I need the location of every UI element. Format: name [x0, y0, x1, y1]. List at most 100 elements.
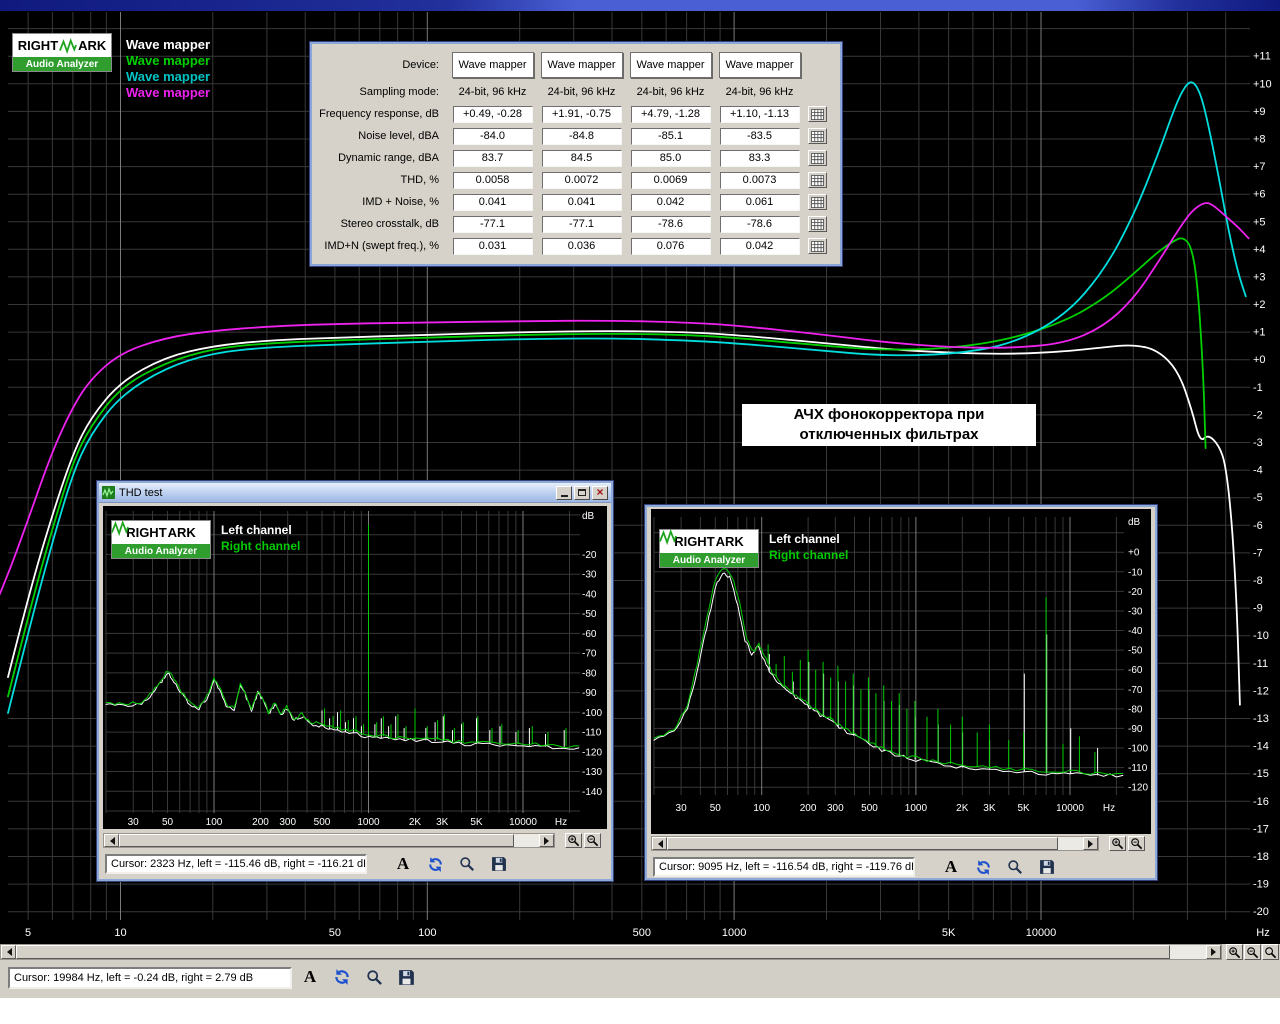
grid-icon [811, 153, 824, 164]
zoom-button[interactable] [362, 966, 386, 988]
font-button[interactable]: A [939, 856, 963, 878]
row-graph-button[interactable] [808, 150, 827, 166]
result-value: 0.0072 [542, 172, 622, 189]
zoom-button[interactable] [455, 853, 479, 875]
thd-spectrum-chart[interactable]: 305010020030050010002K3K5K10000Hz-20-30-… [103, 506, 607, 829]
scrollbar-thumb[interactable] [667, 837, 1058, 850]
chart-annotation[interactable]: АЧХ фонокорректора при отключенных фильт… [742, 404, 1036, 446]
result-value: +0.49, -0.28 [453, 106, 533, 123]
svg-text:100: 100 [206, 817, 223, 828]
font-button[interactable]: A [298, 966, 322, 988]
svg-text:-90: -90 [1128, 724, 1143, 735]
window-titlebar[interactable] [0, 0, 1280, 11]
main-toolbar: A [298, 966, 418, 988]
scroll-left-button[interactable] [652, 837, 667, 850]
row-graph-button[interactable] [808, 216, 827, 232]
result-value: 0.076 [631, 238, 711, 255]
row-graph-button[interactable] [808, 128, 827, 144]
zoom-button[interactable] [1003, 856, 1027, 878]
zoom-in-button[interactable] [1109, 836, 1126, 851]
row-label: THD, % [316, 174, 448, 186]
legend-item: Wave mapper [126, 37, 210, 53]
svg-text:-110: -110 [582, 728, 602, 739]
row-graph-button[interactable] [808, 238, 827, 254]
maximize-button[interactable] [574, 486, 590, 500]
scroll-left-button[interactable] [104, 834, 119, 847]
svg-text:3K: 3K [436, 817, 449, 828]
imd-test-window: 305010020030050010002K3K5K10000Hz+0-10-2… [645, 505, 1157, 880]
svg-text:-110: -110 [1128, 763, 1148, 774]
result-value: 0.0058 [453, 172, 533, 189]
zoom-in-button[interactable] [565, 833, 582, 848]
grid-icon [811, 241, 824, 252]
bottom-scroll-row [0, 944, 1280, 960]
scrollbar-thumb[interactable] [119, 834, 514, 847]
scroll-right-button[interactable] [1083, 837, 1098, 850]
svg-text:5K: 5K [942, 927, 956, 939]
refresh-icon [427, 856, 444, 873]
result-value: +4.79, -1.28 [631, 106, 711, 123]
save-icon [1039, 859, 1055, 875]
legend-item: Wave mapper [126, 85, 210, 101]
logo-right-text: RIGHT [126, 525, 166, 540]
refresh-button[interactable] [971, 856, 995, 878]
zoom-in-button[interactable] [1226, 944, 1243, 960]
thd-horizontal-scrollbar[interactable] [103, 833, 555, 848]
imd-window-body: 305010020030050010002K3K5K10000Hz+0-10-2… [647, 507, 1155, 878]
svg-text:Hz: Hz [555, 817, 567, 828]
svg-text:-19: -19 [1253, 879, 1269, 891]
save-button[interactable] [487, 853, 511, 875]
imd-horizontal-scrollbar[interactable] [651, 836, 1099, 851]
right-arrow-icon [1211, 948, 1220, 956]
logo-top: RIGHT ARK [111, 520, 211, 544]
scrollbar-thumb[interactable] [16, 945, 1170, 959]
thd-test-window: THD test × 305010020030050010002K3K5K100… [97, 481, 613, 881]
svg-text:-6: -6 [1253, 520, 1263, 532]
close-button[interactable]: × [592, 486, 608, 500]
result-value: +1.10, -1.13 [720, 106, 800, 123]
svg-text:-20: -20 [582, 550, 597, 561]
svg-text:-50: -50 [1128, 646, 1143, 657]
imd-cursor-status: Cursor: 9095 Hz, left = -116.54 dB, righ… [653, 857, 915, 877]
font-button[interactable]: A [391, 853, 415, 875]
thd-toolbar: A [391, 853, 511, 875]
scroll-right-button[interactable] [1206, 945, 1221, 959]
font-a-label: A [945, 857, 957, 877]
result-value: -85.1 [631, 128, 711, 145]
window-title: THD test [119, 487, 554, 499]
result-value: 0.036 [542, 238, 622, 255]
scrollbar-track[interactable] [119, 834, 539, 847]
imd-spectrum-chart[interactable]: 305010020030050010002K3K5K10000Hz+0-10-2… [651, 509, 1151, 834]
scrollbar-track[interactable] [667, 837, 1083, 850]
zoom-all-button[interactable] [1262, 944, 1279, 960]
svg-text:30: 30 [676, 803, 688, 814]
save-button[interactable] [394, 966, 418, 988]
minimize-button[interactable] [556, 486, 572, 500]
refresh-button[interactable] [423, 853, 447, 875]
svg-text:1000: 1000 [722, 927, 746, 939]
svg-text:2K: 2K [409, 817, 422, 828]
zoom-out-icon [586, 834, 599, 847]
row-graph-button[interactable] [808, 194, 827, 210]
zoom-out-button[interactable] [584, 833, 601, 848]
row-graph-button[interactable] [808, 172, 827, 188]
grid-icon [811, 109, 824, 120]
scrollbar-track[interactable] [16, 945, 1206, 959]
save-button[interactable] [1035, 856, 1059, 878]
zoom-out-button[interactable] [1244, 944, 1261, 960]
result-value: -84.0 [453, 128, 533, 145]
right-channel-label: Right channel [221, 538, 300, 554]
grid-icon [811, 219, 824, 230]
refresh-button[interactable] [330, 966, 354, 988]
svg-text:200: 200 [252, 817, 269, 828]
svg-text:-14: -14 [1253, 741, 1269, 753]
svg-text:-130: -130 [582, 767, 602, 778]
main-horizontal-scrollbar[interactable] [0, 944, 1222, 960]
zoom-out-button[interactable] [1128, 836, 1145, 851]
svg-text:+5: +5 [1253, 216, 1266, 228]
scroll-right-button[interactable] [539, 834, 554, 847]
thd-window-titlebar[interactable]: THD test × [99, 483, 611, 503]
row-graph-button[interactable] [808, 106, 827, 122]
svg-text:500: 500 [314, 817, 331, 828]
scroll-left-button[interactable] [1, 945, 16, 959]
